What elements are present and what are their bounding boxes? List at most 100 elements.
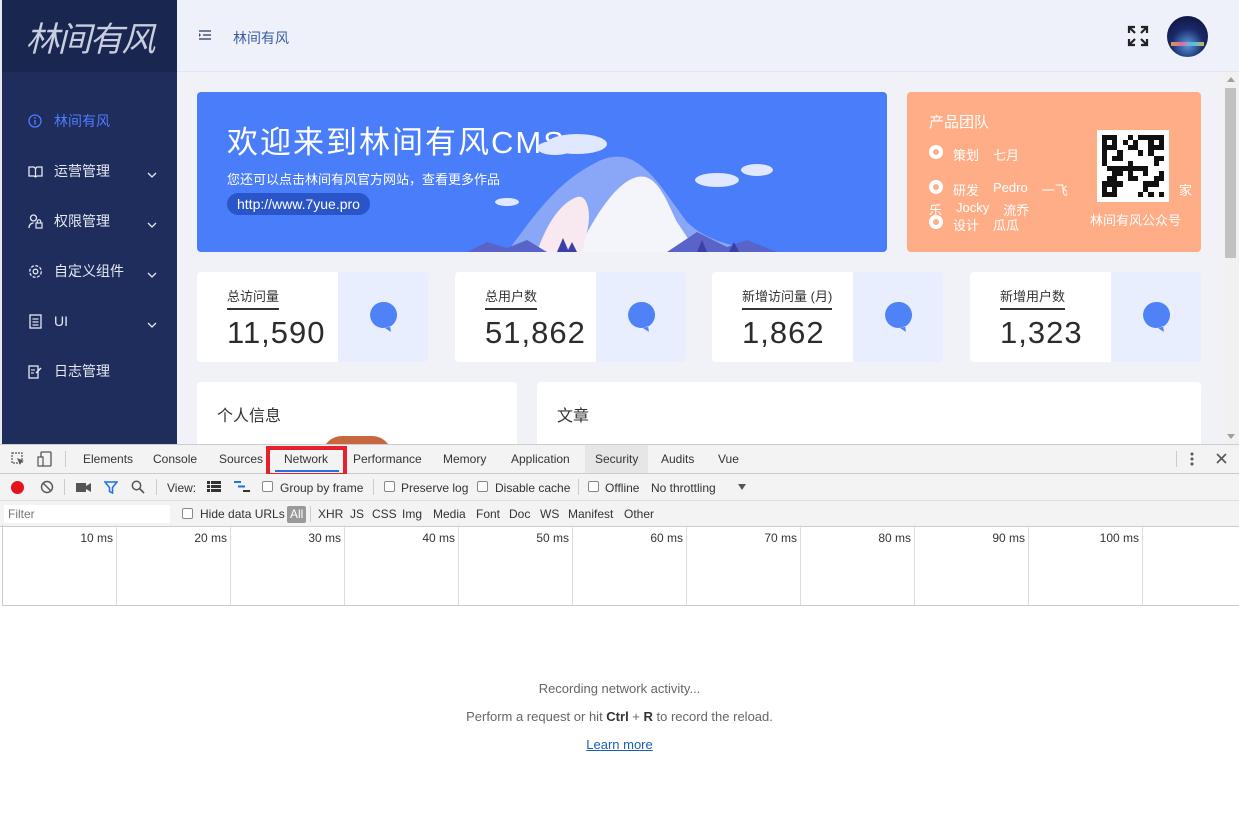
tab-application[interactable]: Application: [511, 445, 570, 473]
more-options-icon[interactable]: [1190, 452, 1194, 469]
preserve-log-checkbox[interactable]: [384, 481, 395, 492]
team-role: 设计: [953, 218, 980, 233]
divider: [373, 479, 374, 495]
radio-bullet-icon: [929, 215, 943, 229]
website-link[interactable]: http://www.7yue.pro: [227, 193, 370, 215]
hint-plus: +: [628, 709, 644, 724]
menu-toggle-icon[interactable]: [199, 28, 211, 46]
throttling-select[interactable]: No throttling: [651, 481, 716, 495]
timeline-tick-label: 20 ms: [194, 531, 227, 545]
stat-label: 新增用户数: [1000, 286, 1066, 310]
chevron-down-icon: [147, 215, 157, 231]
large-rows-icon[interactable]: [207, 481, 221, 495]
filter-type-xhr[interactable]: XHR: [318, 507, 343, 521]
stat-value: 1,862: [742, 315, 825, 350]
tab-vue[interactable]: Vue: [718, 445, 739, 473]
tab-memory[interactable]: Memory: [443, 445, 486, 473]
filter-type-img[interactable]: Img: [402, 507, 422, 521]
edit-icon: [26, 362, 44, 380]
scroll-up-icon[interactable]: [1227, 77, 1235, 82]
stat-icon-box: [596, 272, 686, 362]
timeline-tick-label: 50 ms: [536, 531, 569, 545]
stat-icon-box: [1111, 272, 1201, 362]
filter-type-font[interactable]: Font: [476, 507, 500, 521]
card-title: 文章: [557, 408, 590, 425]
page-scrollbar[interactable]: [1222, 72, 1239, 444]
fullscreen-icon[interactable]: [1127, 25, 1149, 52]
search-icon[interactable]: [131, 480, 145, 497]
offline-checkbox[interactable]: [588, 481, 599, 492]
logo[interactable]: 林间有风: [2, 0, 177, 72]
sidebar-item-logs[interactable]: 日志管理: [2, 346, 177, 396]
disable-cache-checkbox[interactable]: [477, 481, 488, 492]
filter-type-all[interactable]: All: [287, 506, 307, 523]
scroll-down-icon[interactable]: [1227, 434, 1235, 439]
scroll-thumb[interactable]: [1225, 88, 1236, 258]
timeline-column: 50 ms: [459, 525, 573, 605]
sidebar-item-home[interactable]: 林间有风: [2, 96, 177, 146]
clear-icon[interactable]: [40, 480, 54, 497]
stat-card: 总用户数 51,862: [455, 272, 686, 362]
tab-console[interactable]: Console: [153, 445, 197, 473]
stat-card: 新增用户数 1,323: [970, 272, 1201, 362]
timeline-tick-label: 10 ms: [80, 531, 113, 545]
stat-label: 新增访问量 (月): [742, 286, 833, 310]
hide-data-urls-checkbox[interactable]: [182, 508, 193, 519]
tab-audits[interactable]: Audits: [661, 445, 694, 473]
filter-type-js[interactable]: JS: [350, 507, 364, 521]
hide-data-urls-label: Hide data URLs: [200, 507, 285, 521]
stat-value: 51,862: [485, 315, 586, 350]
sidebar-item-custom-components[interactable]: 自定义组件: [2, 246, 177, 296]
record-icon[interactable]: [11, 481, 24, 494]
timeline-column: 90 ms: [915, 525, 1029, 605]
stat-card: 新增访问量 (月) 1,862: [712, 272, 943, 362]
divider: [156, 479, 157, 495]
reload-hint: Perform a request or hit Ctrl + R to rec…: [0, 709, 1239, 724]
sidebar-item-ui[interactable]: UI: [2, 296, 177, 346]
network-overview-timeline[interactable]: 10 ms 20 ms 30 ms 40 ms 50 ms 60 ms 70 ms 80 ms…: [2, 525, 1239, 606]
screenshot-camera-icon[interactable]: [76, 482, 91, 496]
learn-more-link[interactable]: Learn more: [586, 737, 652, 752]
tab-sources[interactable]: Sources: [219, 445, 263, 473]
dropdown-arrow-icon[interactable]: [738, 484, 746, 490]
chat-bubble-icon: [1143, 301, 1171, 332]
waterfall-icon[interactable]: [234, 481, 250, 495]
timeline-tick-label: 40 ms: [422, 531, 455, 545]
divider: [1176, 451, 1177, 467]
sidebar-item-label: UI: [54, 313, 68, 329]
divider: [578, 479, 579, 495]
timeline-column: 20 ms: [117, 525, 231, 605]
filter-type-other[interactable]: Other: [624, 507, 654, 521]
logo-text: 林间有风: [25, 19, 156, 60]
sidebar-item-operations[interactable]: 运营管理: [2, 146, 177, 196]
filter-type-manifest[interactable]: Manifest: [568, 507, 613, 521]
filter-type-ws[interactable]: WS: [540, 507, 559, 521]
top-header: 林间有风: [177, 0, 1239, 72]
team-row: 研发 Pedro 一飞: [929, 180, 1068, 199]
user-avatar[interactable]: [1167, 16, 1208, 57]
filter-input[interactable]: [4, 505, 170, 523]
tab-elements[interactable]: Elements: [83, 445, 133, 473]
sidebar-item-permissions[interactable]: 权限管理: [2, 196, 177, 246]
filter-type-doc[interactable]: Doc: [509, 507, 530, 521]
timeline-column: 40 ms: [345, 525, 459, 605]
breadcrumb[interactable]: 林间有风: [233, 28, 289, 48]
tab-security[interactable]: Security: [585, 445, 649, 473]
filter-icon[interactable]: [103, 481, 119, 497]
group-by-frame-label: Group by frame: [280, 481, 364, 495]
close-icon[interactable]: [1216, 453, 1227, 467]
ui-icon: [26, 312, 44, 330]
filter-bar: Hide data URLs All XHR JS CSS Img Media …: [0, 501, 1239, 527]
filter-type-media[interactable]: Media: [433, 507, 466, 521]
inspect-element-icon[interactable]: [11, 452, 25, 469]
tab-performance[interactable]: Performance: [353, 445, 422, 473]
sidebar-item-label: 运营管理: [54, 163, 110, 179]
chevron-down-icon: [147, 165, 157, 181]
sidebar-item-label: 林间有风: [54, 113, 110, 129]
filter-type-css[interactable]: CSS: [372, 507, 397, 521]
timeline-tick-label: 30 ms: [308, 531, 341, 545]
info-circle-icon: [26, 112, 44, 130]
timeline-tick-label: 80 ms: [878, 531, 911, 545]
group-by-frame-checkbox[interactable]: [262, 481, 273, 492]
device-toolbar-icon[interactable]: [37, 451, 52, 470]
